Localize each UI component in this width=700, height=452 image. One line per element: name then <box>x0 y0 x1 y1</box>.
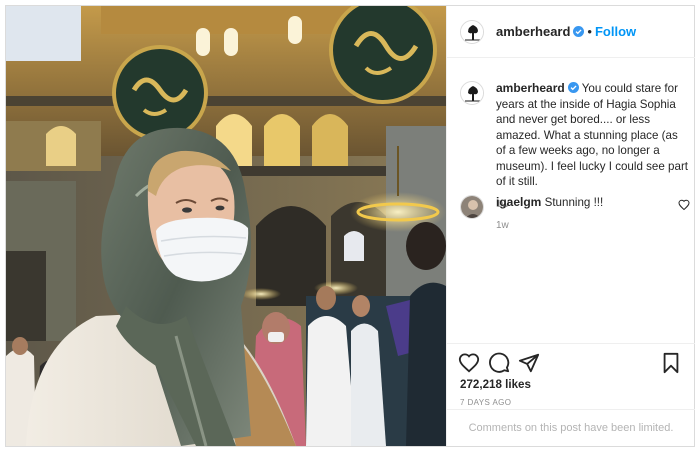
bookmark-icon[interactable] <box>660 352 682 374</box>
author-username[interactable]: amberheard <box>496 24 570 39</box>
tree-silhouette-avatar-icon <box>461 20 483 43</box>
comments-limited-notice: Comments on this post have been limited. <box>447 409 695 446</box>
action-icons <box>458 352 548 374</box>
verified-badge-icon <box>567 82 579 93</box>
comment-body: igaelgm Stunning !!! <box>496 195 690 211</box>
post-header: amberheard • Follow <box>447 6 695 58</box>
verified-badge-icon <box>573 26 585 37</box>
post-actions: 272,218 likes 7 DAYS AGO <box>447 343 695 413</box>
heart-icon[interactable] <box>458 352 480 374</box>
tree-silhouette-avatar-icon <box>461 82 483 104</box>
header-separator: • <box>587 24 592 39</box>
comment-like-heart-icon[interactable] <box>678 199 690 211</box>
comment-bubble-icon[interactable] <box>488 352 510 374</box>
comment-username[interactable]: igaelgm <box>496 195 541 209</box>
paper-plane-icon[interactable] <box>518 352 540 374</box>
comment-text: Stunning !!! <box>544 196 604 209</box>
author-avatar[interactable] <box>460 19 484 44</box>
instagram-post: amberheard • Follow amberheard You could… <box>5 5 695 447</box>
caption-username[interactable]: amberheard <box>496 81 565 95</box>
caption-body: amberheard You could stare for years at … <box>496 81 690 190</box>
post-photo[interactable] <box>6 6 446 446</box>
likes-count[interactable]: 272,218 likes <box>460 378 531 391</box>
comment-time[interactable]: 1w <box>496 220 690 231</box>
caption-avatar[interactable] <box>460 81 484 105</box>
follow-button[interactable]: Follow <box>595 24 636 39</box>
post-photo-image <box>6 6 446 446</box>
post-side-panel: amberheard • Follow amberheard You could… <box>446 6 695 446</box>
profile-photo-icon <box>461 196 483 218</box>
comment-item: igaelgm Stunning !!! 1w <box>460 195 690 231</box>
comments-area: amberheard You could stare for years at … <box>447 59 695 342</box>
caption: amberheard You could stare for years at … <box>460 81 690 210</box>
post-timestamp[interactable]: 7 DAYS AGO <box>460 398 511 407</box>
commenter-avatar[interactable] <box>460 195 484 219</box>
caption-text: You could stare for years at the inside … <box>496 82 689 188</box>
